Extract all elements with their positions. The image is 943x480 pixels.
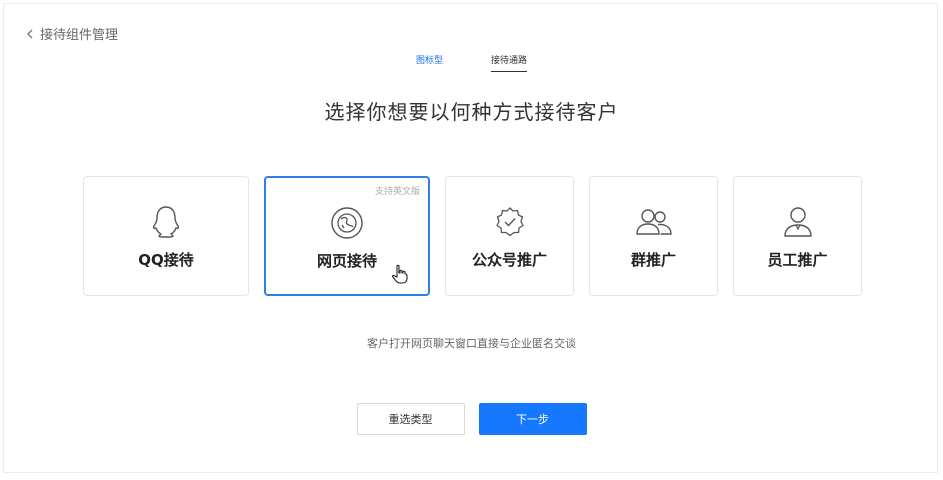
reselect-type-button[interactable]: 重选类型 xyxy=(356,403,465,435)
action-buttons: 重选类型 下一步 xyxy=(0,403,943,435)
tab-bar: 图标型 接待通路 xyxy=(0,53,943,72)
card-label: 公众号推广 xyxy=(471,251,547,269)
card-label: 员工推广 xyxy=(767,251,828,269)
selection-description: 客户打开网页聊天窗口直接与企业匿名交谈 xyxy=(367,337,576,350)
card-label: 群推广 xyxy=(630,251,676,269)
card-label: 网页接待 xyxy=(316,252,377,270)
card-group-promotion[interactable]: 群推广 xyxy=(589,176,718,296)
web-chat-icon xyxy=(330,206,364,240)
employee-icon xyxy=(781,205,815,239)
page-title: 选择你想要以何种方式接待客户 xyxy=(324,100,619,124)
group-icon xyxy=(634,205,674,239)
back-link[interactable]: 接待组件管理 xyxy=(26,24,118,43)
next-step-button[interactable]: 下一步 xyxy=(478,403,587,435)
english-support-tag: 支持英文版 xyxy=(374,187,420,197)
card-label: QQ接待 xyxy=(138,251,194,269)
qq-icon xyxy=(151,205,181,239)
card-official-account-promotion[interactable]: 公众号推广 xyxy=(445,176,574,296)
tab-reception-channel[interactable]: 接待通路 xyxy=(491,53,528,72)
chevron-left-icon xyxy=(26,29,34,39)
reception-type-cards: QQ接待 支持英文版 网页接待 公众号推广 群推广 员工推广 xyxy=(83,176,862,296)
verified-badge-icon xyxy=(493,205,527,239)
card-qq-reception[interactable]: QQ接待 xyxy=(83,176,249,296)
hand-cursor-icon xyxy=(392,264,408,288)
card-employee-promotion[interactable]: 员工推广 xyxy=(733,176,862,296)
back-link-label: 接待组件管理 xyxy=(40,28,119,43)
tab-icon-type[interactable]: 图标型 xyxy=(416,53,443,72)
card-web-reception[interactable]: 支持英文版 网页接待 xyxy=(264,176,430,296)
